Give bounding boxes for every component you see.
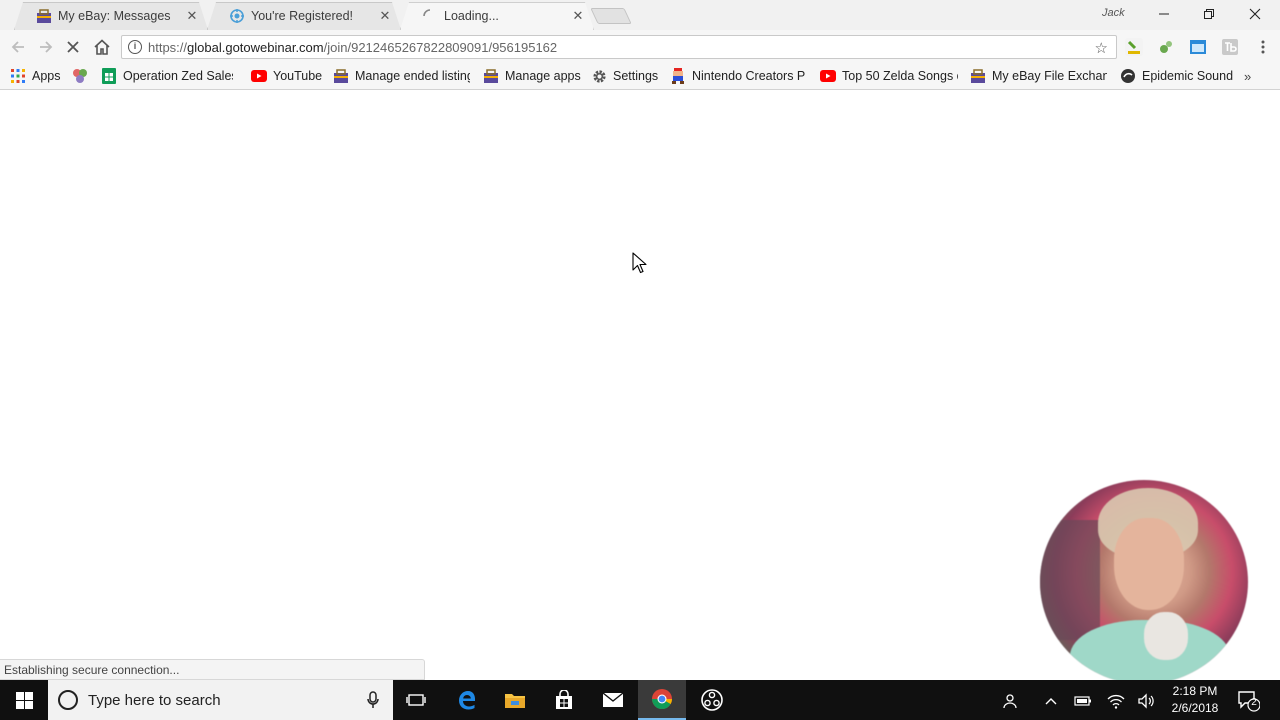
obs-button[interactable] xyxy=(688,680,736,720)
arrow-right-icon xyxy=(40,41,53,53)
mario-icon xyxy=(670,68,686,84)
restore-icon xyxy=(1204,9,1214,19)
folder-icon xyxy=(505,694,525,708)
ebay-icon xyxy=(970,68,986,84)
microphone-icon[interactable] xyxy=(367,691,379,712)
close-icon xyxy=(67,41,79,53)
tab-title: My eBay: Messages xyxy=(58,9,171,23)
title-bar: My eBay: Messages ✕ You're Registered! ✕… xyxy=(0,0,1280,30)
home-icon xyxy=(94,39,110,55)
mail-button[interactable] xyxy=(589,680,637,720)
back-button[interactable] xyxy=(7,36,29,58)
taskbar-search-box[interactable]: Type here to search xyxy=(48,680,393,720)
chrome-icon xyxy=(651,689,673,710)
edge-icon xyxy=(459,691,476,710)
start-button[interactable] xyxy=(0,680,48,720)
youtube-icon xyxy=(251,68,267,84)
ebay-icon xyxy=(483,68,499,84)
youtube-icon xyxy=(820,68,836,84)
windows-logo-icon xyxy=(15,691,33,709)
bookmarks-bar: Apps Operation Zed Sales YouTube Manage … xyxy=(0,63,1280,90)
webcam-overlay xyxy=(1040,480,1248,684)
stop-loading-button[interactable] xyxy=(62,36,84,58)
store-button[interactable] xyxy=(540,680,588,720)
bookmarks-overflow-button[interactable]: » xyxy=(1244,69,1251,84)
wifi-icon[interactable] xyxy=(1106,691,1126,711)
loading-spinner-icon xyxy=(422,8,438,24)
bookmark-nintendo-creators[interactable]: Nintendo Creators Pr xyxy=(670,67,806,85)
mouse-cursor-icon xyxy=(632,252,648,277)
tab-title: Loading... xyxy=(444,9,499,23)
tab-loading[interactable]: Loading... ✕ xyxy=(400,2,594,30)
close-tab-icon[interactable]: ✕ xyxy=(377,8,393,24)
epidemic-sound-icon xyxy=(1120,68,1136,84)
tab-youre-registered[interactable]: You're Registered! ✕ xyxy=(207,2,401,30)
close-icon xyxy=(1249,8,1261,20)
new-tab-button[interactable] xyxy=(590,8,632,24)
more-vertical-icon xyxy=(1261,40,1265,54)
minimize-button[interactable] xyxy=(1141,0,1187,28)
apps-grid-icon xyxy=(10,68,26,84)
volume-icon[interactable] xyxy=(1136,691,1156,711)
address-bar[interactable]: i https://global.gotowebinar.com/join/92… xyxy=(121,35,1117,59)
restore-button[interactable] xyxy=(1186,0,1232,28)
action-center-button[interactable]: 2 xyxy=(1236,688,1261,712)
file-explorer-button[interactable] xyxy=(491,680,539,720)
clock-date: 2/6/2018 xyxy=(1171,701,1219,715)
bookmark-apps[interactable]: Apps xyxy=(10,67,61,85)
profile-name[interactable]: Jack xyxy=(1102,7,1125,19)
browser-toolbar: i https://global.gotowebinar.com/join/92… xyxy=(0,30,1280,63)
people-icon[interactable] xyxy=(1000,691,1020,711)
url-text[interactable]: https://global.gotowebinar.com/join/9212… xyxy=(148,40,557,55)
task-view-icon xyxy=(406,694,426,706)
obs-icon xyxy=(701,689,723,711)
ebay-icon xyxy=(36,8,52,24)
bookmark-manage-apps[interactable]: Manage apps xyxy=(483,67,581,85)
extension-puzzle-icon[interactable] xyxy=(1157,38,1175,56)
forward-button[interactable] xyxy=(35,36,57,58)
bookmark-manage-ended-listing[interactable]: Manage ended listing xyxy=(333,67,470,85)
arrow-left-icon xyxy=(11,41,24,53)
bookmark-operation-zed-sales[interactable]: Operation Zed Sales xyxy=(101,67,233,85)
close-tab-icon[interactable]: ✕ xyxy=(184,8,200,24)
mail-icon xyxy=(602,692,624,707)
minimize-icon xyxy=(1159,13,1169,15)
windows-taskbar: Type here to search 2:18 PM 2/6/2018 2 xyxy=(0,680,1280,720)
status-bubble: Establishing secure connection... xyxy=(0,659,425,680)
battery-icon[interactable] xyxy=(1073,691,1093,711)
bookmark-extension[interactable] xyxy=(72,67,94,85)
close-window-button[interactable] xyxy=(1232,0,1278,28)
search-placeholder: Type here to search xyxy=(88,691,221,709)
bookmark-my-ebay-file-exchange[interactable]: My eBay File Exchang xyxy=(970,67,1107,85)
gear-icon xyxy=(591,68,607,84)
notification-count: 2 xyxy=(1251,697,1257,708)
tab-ebay-messages[interactable]: My eBay: Messages ✕ xyxy=(14,2,208,30)
tab-title: You're Registered! xyxy=(251,9,353,23)
bookmark-star-icon[interactable]: ☆ xyxy=(1095,39,1108,57)
chrome-menu-button[interactable] xyxy=(1252,36,1274,58)
chrome-taskbar-button[interactable] xyxy=(638,680,686,720)
bookmark-youtube[interactable]: YouTube xyxy=(251,67,322,85)
extension-download-icon[interactable] xyxy=(1125,38,1143,56)
bookmark-epidemic-sound[interactable]: Epidemic Sound xyxy=(1120,67,1233,85)
bookmark-settings[interactable]: Settings xyxy=(591,67,658,85)
bookmark-top-50-zelda-songs[interactable]: Top 50 Zelda Songs o xyxy=(820,67,958,85)
sheets-icon xyxy=(101,68,117,84)
close-tab-icon[interactable]: ✕ xyxy=(570,8,586,24)
colorful-extension-icon xyxy=(72,68,88,84)
ebay-icon xyxy=(333,68,349,84)
cortana-icon xyxy=(58,690,78,710)
system-clock[interactable]: 2:18 PM 2/6/2018 xyxy=(1162,683,1228,717)
store-bag-icon xyxy=(556,690,572,709)
extension-window-icon[interactable] xyxy=(1189,38,1207,56)
edge-browser-button[interactable] xyxy=(443,680,491,720)
clock-time: 2:18 PM xyxy=(1172,684,1218,698)
task-view-button[interactable] xyxy=(392,680,440,720)
extension-tb-icon[interactable] xyxy=(1221,38,1239,56)
gotowebinar-icon xyxy=(229,8,245,24)
chevron-up-icon[interactable] xyxy=(1041,691,1061,711)
info-icon[interactable]: i xyxy=(128,40,142,54)
home-button[interactable] xyxy=(91,36,113,58)
